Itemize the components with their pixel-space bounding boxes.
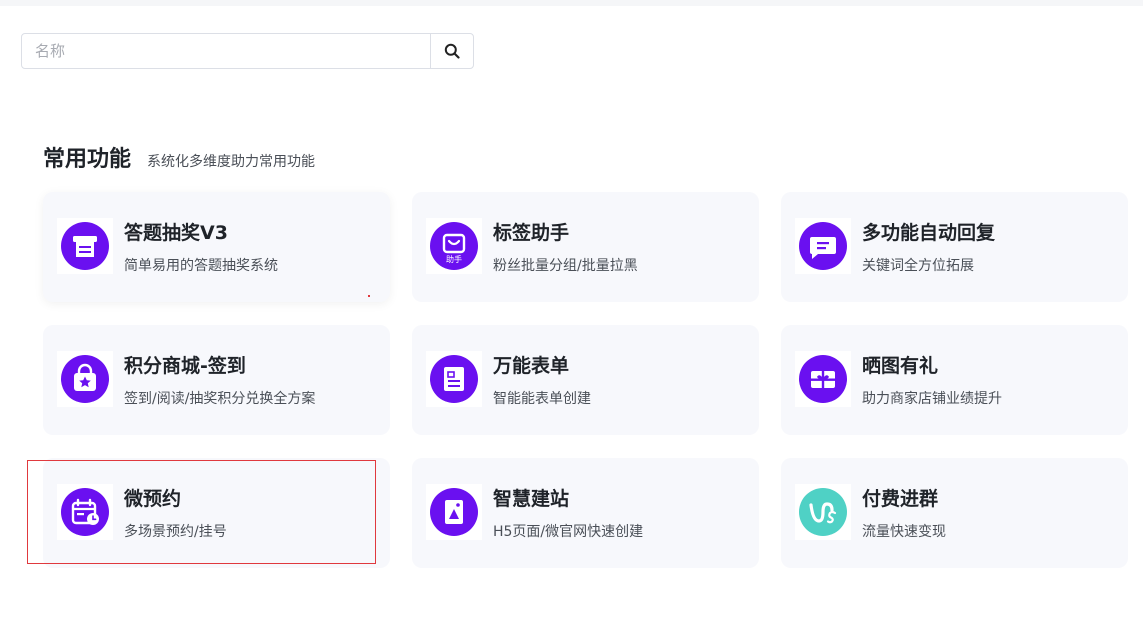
card-title: 付费进群 bbox=[862, 488, 939, 510]
calendar-clock-icon bbox=[61, 488, 109, 536]
card-title: 万能表单 bbox=[493, 355, 570, 377]
paid-group-icon bbox=[799, 488, 847, 536]
card-desc: 多场景预约/挂号 bbox=[124, 524, 227, 540]
search-box bbox=[21, 33, 474, 69]
card-icon-box bbox=[426, 351, 482, 407]
top-bar bbox=[0, 0, 1143, 6]
section-header: 常用功能 系统化多维度助力常用功能 bbox=[43, 141, 315, 173]
card-auto-reply[interactable]: 多功能自动回复 关键词全方位拓展 bbox=[781, 192, 1128, 302]
search-input[interactable] bbox=[22, 34, 430, 68]
tag-helper-badge: 助手 bbox=[446, 254, 462, 264]
card-desc: 流量快速变现 bbox=[862, 524, 946, 540]
card-title: 微预约 bbox=[124, 488, 182, 510]
card-desc: 粉丝批量分组/批量拉黑 bbox=[493, 258, 638, 274]
gift-icon bbox=[799, 355, 847, 403]
quiz-lottery-icon bbox=[61, 222, 109, 270]
card-icon-box: 助手 bbox=[426, 218, 482, 274]
card-desc: H5页面/微官网快速创建 bbox=[493, 524, 644, 540]
card-desc: 简单易用的答题抽奖系统 bbox=[124, 258, 278, 274]
marker-dot bbox=[368, 295, 370, 297]
card-quiz-lottery[interactable]: 答题抽奖V3 简单易用的答题抽奖系统 bbox=[43, 192, 390, 302]
points-mall-icon bbox=[61, 355, 109, 403]
card-tag-helper[interactable]: 助手 标签助手 粉丝批量分组/批量拉黑 bbox=[412, 192, 759, 302]
card-desc: 关键词全方位拓展 bbox=[862, 258, 974, 274]
search-icon bbox=[444, 43, 460, 59]
auto-reply-icon bbox=[799, 222, 847, 270]
site-builder-icon bbox=[430, 488, 478, 536]
card-paid-group[interactable]: 付费进群 流量快速变现 bbox=[781, 458, 1128, 568]
card-points-mall[interactable]: 积分商城-签到 签到/阅读/抽奖积分兑换全方案 bbox=[43, 325, 390, 435]
card-title: 答题抽奖V3 bbox=[124, 222, 228, 244]
card-desc: 智能能表单创建 bbox=[493, 391, 591, 407]
card-icon-box bbox=[426, 484, 482, 540]
card-desc: 助力商家店铺业绩提升 bbox=[862, 391, 1002, 407]
card-icon-box bbox=[57, 484, 113, 540]
card-gift[interactable]: 晒图有礼 助力商家店铺业绩提升 bbox=[781, 325, 1128, 435]
tag-helper-icon: 助手 bbox=[430, 222, 478, 270]
section-title: 常用功能 bbox=[43, 147, 132, 172]
card-icon-box bbox=[795, 351, 851, 407]
card-desc: 签到/阅读/抽奖积分兑换全方案 bbox=[124, 391, 316, 407]
card-title: 智慧建站 bbox=[493, 488, 570, 510]
search-button[interactable] bbox=[430, 34, 473, 68]
card-title: 积分商城-签到 bbox=[124, 355, 246, 377]
card-icon-box bbox=[795, 218, 851, 274]
card-title: 标签助手 bbox=[493, 222, 570, 244]
card-appointment[interactable]: 微预约 多场景预约/挂号 bbox=[43, 458, 390, 568]
card-site-builder[interactable]: 智慧建站 H5页面/微官网快速创建 bbox=[412, 458, 759, 568]
section-subtitle: 系统化多维度助力常用功能 bbox=[147, 154, 316, 170]
card-form[interactable]: 万能表单 智能能表单创建 bbox=[412, 325, 759, 435]
card-title: 多功能自动回复 bbox=[862, 222, 996, 244]
form-icon bbox=[430, 355, 478, 403]
card-icon-box bbox=[57, 218, 113, 274]
card-title: 晒图有礼 bbox=[862, 355, 939, 377]
card-icon-box bbox=[795, 484, 851, 540]
card-icon-box bbox=[57, 351, 113, 407]
